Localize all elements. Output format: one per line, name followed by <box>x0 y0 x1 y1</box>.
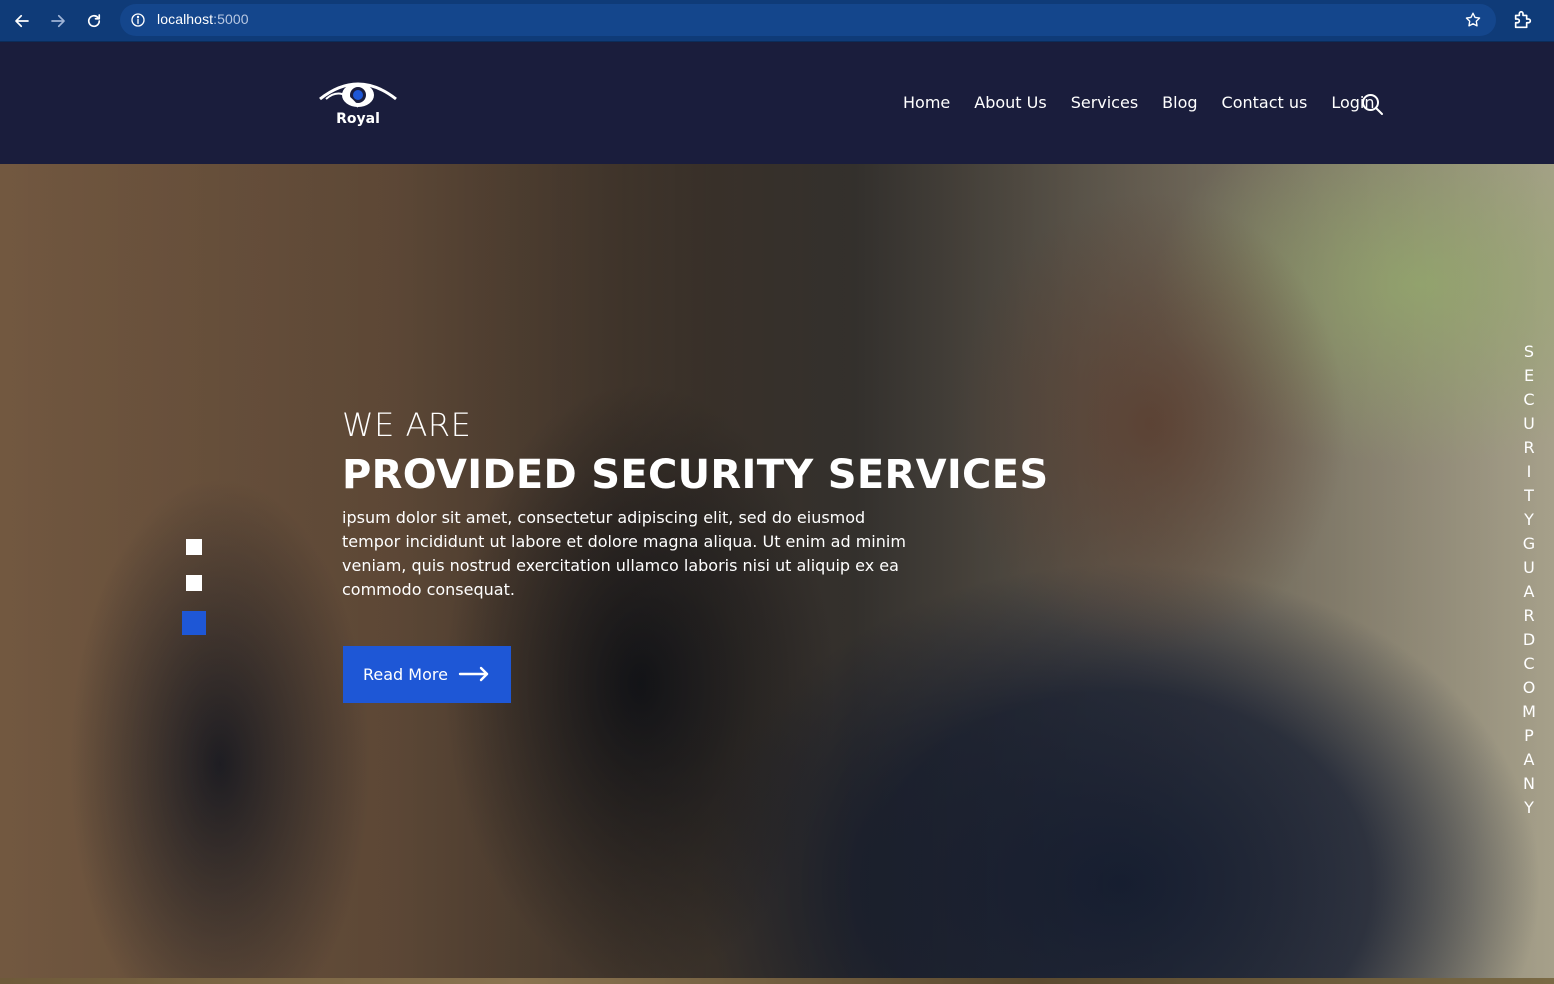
nav-about-us[interactable]: About Us <box>974 93 1046 112</box>
next-section-edge <box>0 978 1554 984</box>
url-text[interactable]: localhost:5000 <box>157 11 249 27</box>
hero-banner: WE ARE PROVIDED SECURITY SERVICES ipsum … <box>0 164 1554 978</box>
vertical-letter: I <box>1526 462 1532 481</box>
search-icon[interactable] <box>1360 92 1384 116</box>
arrow-right-icon <box>458 666 489 682</box>
vertical-letter: A <box>1523 750 1535 769</box>
vertical-letter: D <box>1522 630 1536 649</box>
bookmark-star-icon[interactable] <box>1464 11 1482 29</box>
vertical-letter: S <box>1523 342 1535 361</box>
nav-blog[interactable]: Blog <box>1162 93 1197 112</box>
read-more-label: Read More <box>363 665 448 684</box>
read-more-button[interactable]: Read More <box>343 646 511 703</box>
vertical-letter: Y <box>1524 510 1534 529</box>
nav-contact-us[interactable]: Contact us <box>1222 93 1308 112</box>
vertical-letter: E <box>1523 366 1535 385</box>
forward-icon[interactable] <box>46 9 70 33</box>
url-port: :5000 <box>213 11 249 27</box>
hero-description: ipsum dolor sit amet, consectetur adipis… <box>342 508 906 599</box>
slider-dot-2[interactable] <box>186 575 202 591</box>
vertical-letter: R <box>1523 438 1535 457</box>
address-bar[interactable]: localhost:5000 <box>120 4 1496 36</box>
vertical-letter: T <box>1524 486 1534 505</box>
logo-text: Royal <box>336 111 380 127</box>
vertical-letter: P <box>1524 726 1534 745</box>
back-icon[interactable] <box>10 9 34 33</box>
royal-logo[interactable]: Royal <box>318 77 398 133</box>
eye-logo-icon <box>319 82 397 108</box>
site-info-icon[interactable] <box>130 12 146 28</box>
vertical-letter: Y <box>1524 798 1534 817</box>
vertical-letter: O <box>1522 678 1536 697</box>
slider-dot-3-active[interactable] <box>182 611 206 635</box>
nav-services[interactable]: Services <box>1071 93 1138 112</box>
browser-toolbar: localhost:5000 <box>0 0 1554 42</box>
nav-home[interactable]: Home <box>903 93 950 112</box>
extensions-puzzle-icon[interactable] <box>1512 9 1534 31</box>
vertical-letter: U <box>1523 558 1535 577</box>
reload-icon[interactable] <box>82 9 106 33</box>
vertical-side-text: SECURITYGUARDCOMPANY <box>1518 340 1540 820</box>
vertical-letter: R <box>1523 606 1535 625</box>
main-nav: Home About Us Services Blog Contact us L… <box>903 93 1399 112</box>
hero-subtitle: WE ARE <box>342 406 472 444</box>
vertical-letter: C <box>1523 390 1535 409</box>
vertical-letter: A <box>1523 582 1535 601</box>
url-host: localhost <box>157 11 214 27</box>
vertical-letter: M <box>1522 702 1536 721</box>
vertical-letter: U <box>1523 414 1535 433</box>
vertical-letter: C <box>1523 654 1535 673</box>
site-header: Royal Home About Us Services Blog Contac… <box>0 43 1554 164</box>
vertical-letter: N <box>1523 774 1535 793</box>
hero-title: PROVIDED SECURITY SERVICES <box>342 452 1049 498</box>
vertical-letter: G <box>1522 534 1536 553</box>
slider-dot-1[interactable] <box>186 539 202 555</box>
